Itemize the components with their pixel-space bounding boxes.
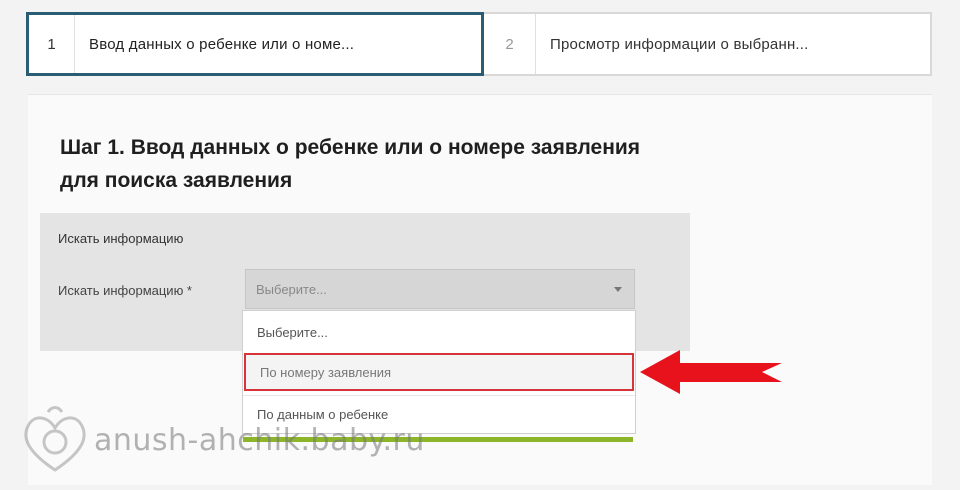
- panel-title: Искать информацию: [58, 231, 184, 246]
- step-label: Ввод данных о ребенке или о номе...: [89, 35, 355, 53]
- step-label: Просмотр информации о выбранн...: [550, 35, 809, 53]
- search-type-label: Искать информацию *: [58, 283, 192, 298]
- dropdown-option-highlighted[interactable]: По номеру заявления: [244, 353, 634, 391]
- watermark-text: anush-ahchik.baby.ru: [94, 422, 425, 458]
- step-number: 1: [29, 15, 75, 73]
- logo-icon: [24, 406, 86, 472]
- page-title: Шаг 1. Ввод данных о ребенке или о номер…: [60, 136, 641, 192]
- red-arrow-icon: [640, 350, 782, 394]
- chevron-down-icon: [614, 287, 622, 292]
- dropdown-option[interactable]: Выберите...: [243, 313, 635, 351]
- stepper: 1 Ввод данных о ребенке или о номе... 2 …: [26, 12, 932, 76]
- step-1-tab[interactable]: 1 Ввод данных о ребенке или о номе...: [26, 12, 484, 76]
- step-2-tab[interactable]: 2 Просмотр информации о выбранн...: [484, 12, 932, 76]
- step-number: 2: [484, 14, 536, 74]
- watermark: anush-ahchik.baby.ru: [18, 402, 425, 478]
- search-type-select[interactable]: Выберите...: [245, 269, 635, 309]
- select-value: Выберите...: [256, 282, 327, 297]
